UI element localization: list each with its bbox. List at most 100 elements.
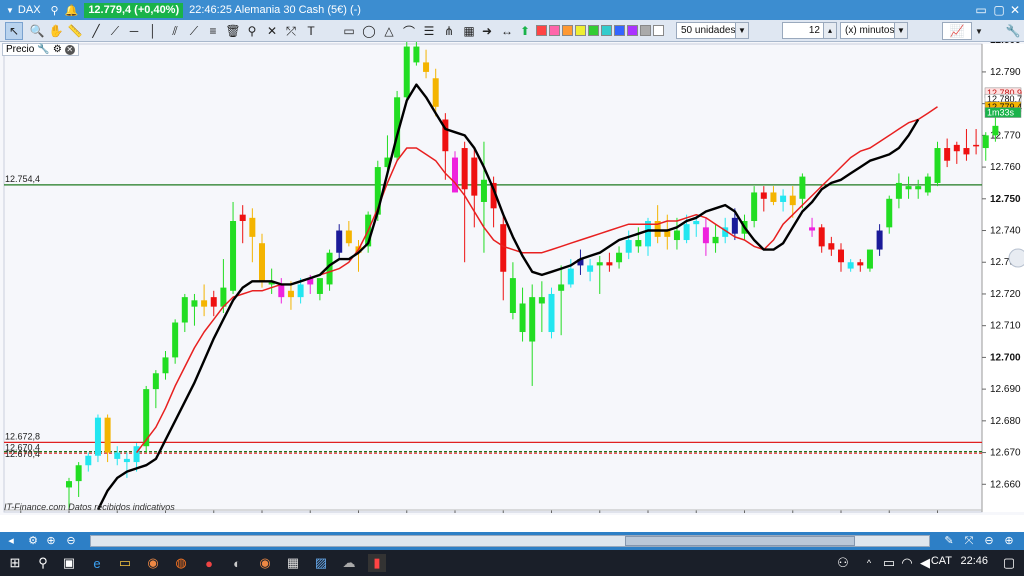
triangle-tool-icon[interactable]: △: [380, 22, 398, 40]
close-icon[interactable]: ✕: [64, 44, 75, 55]
color-swatch-blue[interactable]: [614, 25, 625, 36]
settings-icon[interactable]: ⚙: [26, 534, 40, 548]
task-view-icon[interactable]: ▣: [60, 554, 78, 572]
fit-icon[interactable]: ⤧: [962, 534, 976, 548]
fib-arc-icon[interactable]: ⌒: [400, 22, 418, 40]
pointer-tool-icon[interactable]: ↖: [5, 22, 23, 40]
candle-body: [210, 297, 217, 307]
photos-icon[interactable]: ▨: [312, 554, 330, 572]
alert-bell-icon[interactable]: 🔔: [65, 4, 79, 17]
color-swatch-gray[interactable]: [640, 25, 651, 36]
calculator-icon[interactable]: ▦: [284, 554, 302, 572]
start-icon[interactable]: ⊞: [6, 554, 24, 572]
wrench-icon[interactable]: 🔧: [1004, 22, 1022, 40]
chrome-icon[interactable]: ◉: [144, 554, 162, 572]
app-icon[interactable]: ●: [200, 554, 218, 572]
fib-retracement-icon[interactable]: ☰: [420, 22, 438, 40]
color-swatch-teal[interactable]: [601, 25, 612, 36]
period-input[interactable]: 12 ▴: [782, 22, 837, 39]
chart-type-icon[interactable]: 📈: [942, 22, 972, 40]
zoom-out-icon[interactable]: ⊖: [982, 534, 996, 548]
candle-body: [471, 157, 478, 196]
cloud-icon[interactable]: ☁: [340, 554, 358, 572]
wifi-icon[interactable]: ◠: [898, 554, 916, 572]
file-explorer-icon[interactable]: ▭: [116, 554, 134, 572]
ray-tool-icon[interactable]: ⟋: [106, 22, 124, 40]
candle-body: [519, 303, 526, 333]
close-icon[interactable]: ✕: [1006, 2, 1024, 18]
arrow-right-icon[interactable]: ➜: [478, 22, 496, 40]
line-tool-icon[interactable]: ╱: [87, 22, 105, 40]
candle-body: [287, 290, 294, 298]
chart-svg[interactable]: 12.660 12.670 12.680 12.690 12.700 12.710 12.7…: [0, 42, 1024, 515]
candle-body: [104, 417, 111, 453]
ruler-icon[interactable]: 📏: [66, 22, 84, 40]
zoom-in-icon[interactable]: ⊕: [44, 534, 58, 548]
hand-icon[interactable]: ✋: [47, 22, 65, 40]
color-swatch-purple[interactable]: [627, 25, 638, 36]
period-unit-select[interactable]: (x) minutos ▼: [840, 22, 908, 39]
candle-body: [123, 458, 130, 463]
fibonacci-icon[interactable]: ≡: [204, 22, 222, 40]
candle-body: [297, 284, 304, 298]
horizontal-line-icon[interactable]: ─: [125, 22, 143, 40]
settings-icon[interactable]: ⚙: [53, 44, 62, 55]
pitchfork-icon[interactable]: ⋔: [440, 22, 458, 40]
clock[interactable]: 22:46: [960, 555, 988, 567]
zoom-icon[interactable]: 🔍: [28, 22, 46, 40]
candle-body: [770, 192, 777, 202]
magnet-icon[interactable]: ⚲: [243, 22, 261, 40]
candle-body: [278, 284, 285, 298]
network-icon[interactable]: ▭: [880, 554, 898, 572]
color-swatch-orange[interactable]: [562, 25, 573, 36]
text-tool-icon[interactable]: T: [302, 22, 320, 40]
precio-tab[interactable]: Precio 🔧 ⚙ ✕: [2, 43, 79, 56]
candle-body: [809, 227, 816, 231]
candle-body: [915, 186, 922, 190]
chevron-down-icon[interactable]: ▼: [970, 22, 988, 40]
rectangle-tool-icon[interactable]: ▭: [340, 22, 358, 40]
cross-line-icon[interactable]: ✕: [263, 22, 281, 40]
zoom-in-icon[interactable]: ⊕: [1002, 534, 1016, 548]
zoom-out-icon[interactable]: ⊖: [64, 534, 78, 548]
pencil-icon[interactable]: ✎: [942, 534, 956, 548]
chevron-left-icon[interactable]: ◂: [4, 534, 18, 548]
fan-icon[interactable]: ⟋: [185, 22, 203, 40]
link-icon[interactable]: ⚲: [51, 4, 59, 17]
minimize-icon[interactable]: ▭: [972, 2, 990, 18]
scroll-thumb[interactable]: [625, 536, 855, 546]
chevron-up-icon[interactable]: ^: [860, 554, 878, 572]
candle-body: [673, 230, 680, 241]
trading-app-icon[interactable]: ▮: [368, 554, 386, 572]
color-swatch-red[interactable]: [536, 25, 547, 36]
symbol-name: DAX: [17, 4, 41, 16]
firefox-icon[interactable]: ◍: [172, 554, 190, 572]
color-swatch-pink[interactable]: [549, 25, 560, 36]
gann-icon[interactable]: ⤱: [282, 22, 300, 40]
arrow-both-icon[interactable]: ↔: [498, 22, 516, 40]
app-icon[interactable]: ◐: [228, 554, 246, 572]
channel-icon[interactable]: ⫽: [166, 22, 184, 40]
symbol-selector[interactable]: ▼ DAX: [6, 4, 41, 16]
ellipse-tool-icon[interactable]: ◯: [360, 22, 378, 40]
chart-scroll-bar[interactable]: ◂ ⚙ ⊕ ⊖ ✎ ⤧ ⊖ ⊕: [0, 532, 1024, 550]
price-chart[interactable]: 12.660 12.670 12.680 12.690 12.700 12.710 12.7…: [0, 42, 1024, 515]
color-swatch-yellow[interactable]: [575, 25, 586, 36]
arrow-up-icon[interactable]: ⬆: [516, 22, 534, 40]
grid-tool-icon[interactable]: ▦: [460, 22, 478, 40]
candle-body: [75, 465, 82, 482]
language-indicator[interactable]: CAT: [931, 555, 952, 567]
notifications-icon[interactable]: ▢: [1000, 554, 1018, 572]
color-swatch-white[interactable]: [653, 25, 664, 36]
vertical-line-icon[interactable]: │: [144, 22, 162, 40]
candle-body: [866, 249, 873, 269]
search-icon[interactable]: ⚲: [34, 554, 52, 572]
units-select[interactable]: 50 unidades ▼: [676, 22, 749, 39]
candle-body: [895, 182, 902, 199]
color-swatch-green[interactable]: [588, 25, 599, 36]
edge-icon[interactable]: e: [88, 554, 106, 572]
wrench-icon[interactable]: 🔧: [37, 44, 49, 55]
trash-icon[interactable]: 🗑: [224, 22, 242, 40]
chrome-icon[interactable]: ◉: [256, 554, 274, 572]
user-icon[interactable]: ⚇: [834, 554, 852, 572]
